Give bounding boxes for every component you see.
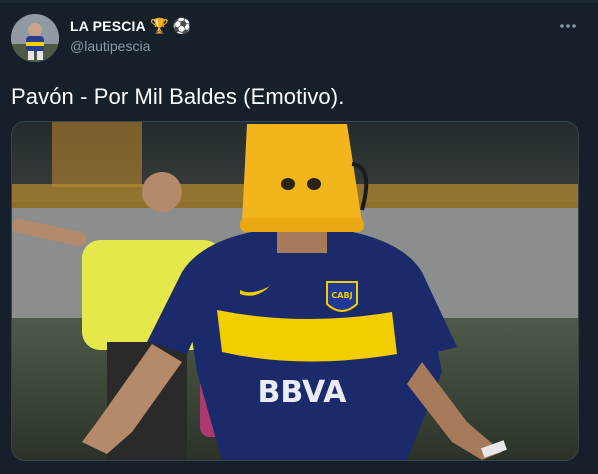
tweet-text: Pavón - Por Mil Baldes (Emotivo). xyxy=(11,84,345,109)
tweet-media-image[interactable]: CABJ BBVA xyxy=(11,121,579,461)
photo-illustration: CABJ BBVA xyxy=(12,122,578,460)
display-name[interactable]: LA PESCIA xyxy=(70,18,146,34)
author-name-row[interactable]: LA PESCIA 🏆 ⚽ xyxy=(70,18,191,34)
author-handle[interactable]: @lautipescia xyxy=(70,38,150,54)
soccer-ball-emoji-icon: ⚽ xyxy=(172,16,192,35)
top-divider xyxy=(0,0,598,3)
avatar[interactable] xyxy=(11,14,59,62)
crest-text: CABJ xyxy=(331,291,352,300)
trophy-emoji-icon: 🏆 xyxy=(149,16,169,35)
tweet-card[interactable]: LA PESCIA 🏆 ⚽ @lautipescia Pavón - Por M… xyxy=(0,0,598,474)
more-options-icon[interactable] xyxy=(555,16,581,36)
jersey-sponsor-text: BBVA xyxy=(258,375,348,410)
